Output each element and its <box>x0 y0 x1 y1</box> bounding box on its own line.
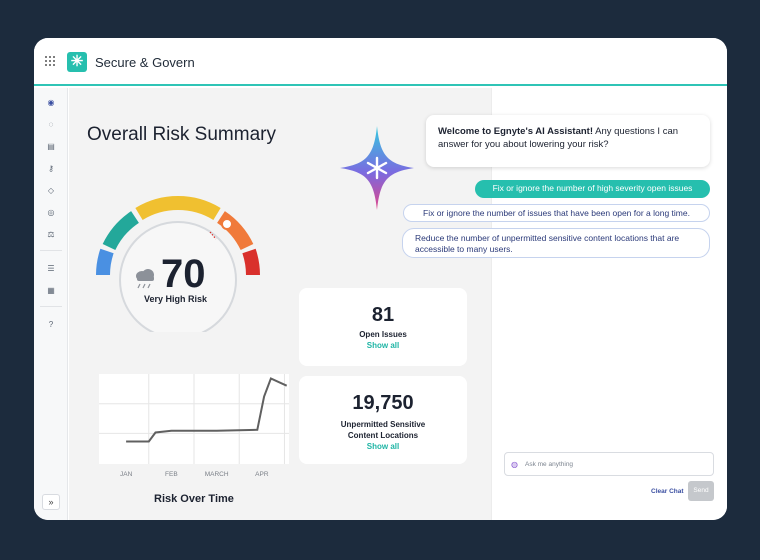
unpermitted-show-all-link[interactable]: Show all <box>299 442 467 451</box>
open-issues-label: Open Issues <box>359 330 407 339</box>
open-issues-count: 81 <box>371 304 395 326</box>
unpermitted-label-line1: Unpermitted Sensitive <box>340 420 426 429</box>
scale-icon[interactable]: ⚖ <box>46 230 56 240</box>
unpermitted-locations-card: 19,750 Unpermitted Sensitive Content Loc… <box>299 376 467 464</box>
open-issues-card: 81 Open Issues Show all <box>299 288 467 366</box>
suggestion-chip[interactable]: Reduce the number of unpermitted sensiti… <box>402 228 710 258</box>
logo-icon: ✳ <box>67 52 87 72</box>
chat-input[interactable]: ◍ Ask me anything <box>504 452 714 476</box>
unpermitted-count: 19,750 <box>352 392 414 414</box>
eye-icon[interactable]: ◎ <box>46 208 56 218</box>
send-button[interactable]: Send <box>688 481 714 501</box>
open-issues-show-all-link[interactable]: Show all <box>299 341 467 350</box>
gauge-indicator <box>221 218 233 230</box>
risk-over-time-chart: JAN FEB MARCH APR <box>99 374 289 478</box>
sliders-icon[interactable]: ☰ <box>46 264 56 274</box>
chart-title: Risk Over Time <box>154 493 234 505</box>
gauge-segment-severe <box>242 248 260 276</box>
risk-level-label: Very High Risk <box>144 294 208 304</box>
plugin-icon[interactable]: ▦ <box>46 286 56 296</box>
assistant-welcome-message: Welcome to Egnyte's AI Assistant! Any qu… <box>426 115 710 167</box>
gauge-segment-moderate <box>102 211 140 251</box>
chat-input-placeholder: Ask me anything <box>525 461 574 468</box>
shield-icon[interactable]: ◇ <box>46 186 56 196</box>
page-title: Overall Risk Summary <box>87 124 276 145</box>
help-circle-icon[interactable]: ◌ <box>46 120 56 130</box>
gauge-segment-low <box>96 248 114 276</box>
clear-chat-button[interactable]: Clear Chat <box>651 488 684 495</box>
suggestion-chip[interactable]: Fix or ignore the number of issues that … <box>403 204 710 222</box>
expand-sidebar-button[interactable]: » <box>42 494 60 510</box>
x-tick-label: MARCH <box>205 471 229 478</box>
unpermitted-label-line2: Content Locations <box>347 431 419 440</box>
sidebar-divider <box>40 306 62 307</box>
ai-assistant-star-icon <box>340 126 414 210</box>
suggestion-chip[interactable]: Fix or ignore the number of high severit… <box>475 180 710 198</box>
x-tick-label: APR <box>255 471 269 478</box>
dashboard-icon[interactable]: ◉ <box>46 98 56 108</box>
sidebar-divider <box>40 250 62 251</box>
help-circle-icon[interactable]: ? <box>46 320 56 330</box>
top-bar: ✳ Secure & Govern <box>34 38 727 86</box>
chat-bubble-icon: ◍ <box>511 460 518 469</box>
gauge-segment-elevated <box>135 196 221 221</box>
document-icon[interactable]: ▤ <box>46 142 56 152</box>
x-tick-label: FEB <box>165 471 178 478</box>
app-window: ✳ Secure & Govern ◉ ◌ ▤ ⚷ ◇ ◎ ⚖ ☰ ▦ ? » … <box>34 38 727 520</box>
welcome-heading: Welcome to Egnyte's AI Assistant! <box>438 126 593 137</box>
x-tick-label: JAN <box>120 471 133 478</box>
app-grid-icon[interactable] <box>45 56 55 66</box>
risk-score: 70 <box>161 252 206 296</box>
key-icon[interactable]: ⚷ <box>46 164 56 174</box>
sidebar: ◉ ◌ ▤ ⚷ ◇ ◎ ⚖ ☰ ▦ ? » <box>34 88 68 520</box>
app-title: Secure & Govern <box>95 55 195 70</box>
